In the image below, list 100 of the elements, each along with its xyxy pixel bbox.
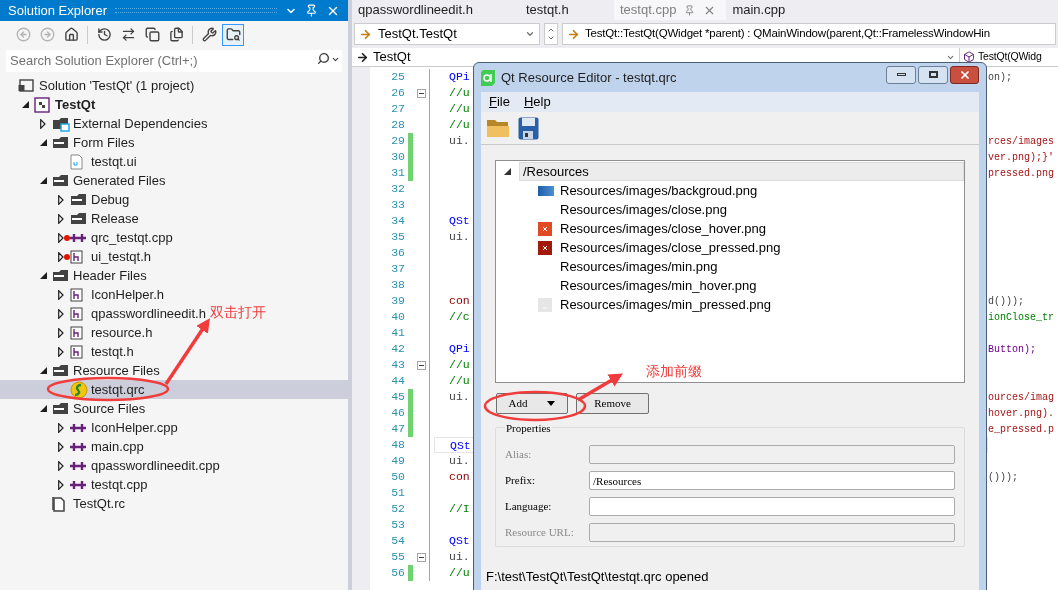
search-field[interactable]: Search Solution Explorer (Ctrl+;) bbox=[6, 49, 342, 72]
remove-button[interactable]: Remove bbox=[576, 393, 649, 414]
input-field[interactable]: /Resources bbox=[589, 471, 955, 490]
line-number: 31 bbox=[391, 165, 405, 181]
tree-item[interactable]: Resources/images/backgroud.png bbox=[560, 180, 758, 201]
close-button[interactable] bbox=[950, 65, 979, 84]
tree-item[interactable]: qpasswordlineedit.h bbox=[0, 304, 208, 323]
collapsed-arrow-icon[interactable] bbox=[58, 232, 64, 243]
tree-item-label: Release bbox=[91, 209, 139, 228]
annotation-text: 添加前缀 bbox=[646, 362, 702, 381]
editor-tab[interactable]: testqt.h bbox=[520, 0, 614, 20]
collapsed-arrow-icon[interactable] bbox=[58, 479, 64, 490]
code-text: QSt bbox=[449, 534, 470, 547]
folder-icon[interactable] bbox=[486, 117, 510, 139]
tree-item[interactable]: IconHelper.cpp bbox=[0, 418, 180, 437]
tree-item[interactable]: Resources/images/close.png bbox=[560, 199, 727, 220]
collapsed-arrow-icon[interactable] bbox=[58, 194, 64, 205]
tree-item[interactable]: /Resources bbox=[519, 162, 964, 181]
tree-item[interactable]: Resources/images/close_hover.png bbox=[560, 218, 766, 239]
header-file-icon bbox=[70, 287, 83, 302]
scope-member-dropdown[interactable]: TestQt(QWidg bbox=[959, 48, 1058, 67]
expanded-arrow-icon[interactable] bbox=[39, 139, 47, 146]
collapsed-arrow-icon[interactable] bbox=[58, 251, 64, 262]
line-number: 37 bbox=[391, 261, 405, 277]
tree-item[interactable]: External Dependencies bbox=[0, 114, 210, 133]
collapsed-arrow-icon[interactable] bbox=[58, 213, 64, 224]
tree-item[interactable]: testqt.qrc bbox=[0, 380, 348, 399]
tree-item-label: TestQt.rc bbox=[73, 494, 125, 513]
collapse-marker-icon[interactable] bbox=[417, 88, 426, 98]
tree-item[interactable]: TestQt.rc bbox=[0, 494, 127, 513]
folder-search-icon[interactable] bbox=[222, 23, 244, 46]
expanded-arrow-icon[interactable] bbox=[39, 367, 47, 374]
tree-item-label: resource.h bbox=[91, 323, 153, 342]
line-number: 26 bbox=[391, 85, 405, 101]
cube-icon bbox=[963, 51, 975, 63]
code-text: d())); bbox=[988, 296, 1024, 307]
tree-item[interactable]: Resource Files bbox=[0, 361, 162, 380]
tree-item[interactable]: Debug bbox=[0, 190, 132, 209]
search-icon[interactable] bbox=[317, 52, 330, 65]
collapsed-arrow-icon[interactable] bbox=[58, 308, 64, 319]
expanded-arrow-icon[interactable] bbox=[21, 101, 29, 108]
folder-icon bbox=[70, 210, 88, 227]
tree-item[interactable]: TestQt bbox=[0, 95, 98, 114]
tree-item[interactable]: Resources/images/close_pressed.png bbox=[560, 237, 781, 258]
collapse-marker-icon[interactable] bbox=[417, 360, 426, 370]
tree-item[interactable]: IconHelper.h bbox=[0, 285, 166, 304]
tree-item[interactable]: testqt.ui bbox=[0, 152, 139, 171]
tree-item[interactable]: Header Files bbox=[0, 266, 149, 285]
project-icon bbox=[34, 96, 50, 113]
line-number: 47 bbox=[391, 421, 405, 437]
collapsed-arrow-icon[interactable] bbox=[58, 327, 64, 338]
pin-icon[interactable] bbox=[305, 4, 318, 17]
tree-item[interactable]: qrc_testqt.cpp bbox=[0, 228, 175, 247]
editor-tab[interactable]: qpasswordlineedit.h bbox=[352, 0, 520, 20]
tree-item[interactable]: Source Files bbox=[0, 399, 148, 418]
editor-tab[interactable]: main.cpp bbox=[726, 0, 796, 20]
line-number: 50 bbox=[391, 469, 405, 485]
line-number: 45 bbox=[391, 389, 405, 405]
header-file-icon bbox=[70, 325, 83, 340]
add-menu-button[interactable]: Add bbox=[496, 393, 568, 414]
folder-icon bbox=[52, 362, 70, 379]
collapsed-arrow-icon[interactable] bbox=[58, 441, 64, 452]
save-icon[interactable] bbox=[518, 116, 539, 140]
tree-item-label: qpasswordlineedit.h bbox=[91, 304, 206, 323]
tree-item[interactable]: resource.h bbox=[0, 323, 155, 342]
collapsed-arrow-icon[interactable] bbox=[40, 118, 46, 129]
menu-item[interactable]: Help bbox=[523, 92, 551, 112]
tree-item[interactable]: Form Files bbox=[0, 133, 137, 152]
collapsed-arrow-icon[interactable] bbox=[58, 422, 64, 433]
tree-item[interactable]: main.cpp bbox=[0, 437, 146, 456]
collapsed-arrow-icon[interactable] bbox=[58, 346, 64, 357]
member-dropdown[interactable]: TestQt::TestQt(QWidget *parent) : QMainWindow(parent,Qt::FramelessWindowHin bbox=[562, 23, 1056, 45]
cpp-file-icon bbox=[70, 231, 86, 244]
tree-item[interactable]: Solution 'TestQt' (1 project) bbox=[0, 76, 197, 95]
collapsed-arrow-icon[interactable] bbox=[58, 460, 64, 471]
expanded-arrow-icon[interactable] bbox=[39, 272, 47, 279]
spin-buttons[interactable] bbox=[544, 23, 558, 45]
tree-item[interactable]: Generated Files bbox=[0, 171, 168, 190]
input-field[interactable] bbox=[589, 497, 955, 516]
expanded-arrow-icon[interactable] bbox=[39, 405, 47, 412]
tree-item[interactable]: Resources/images/min.png bbox=[560, 256, 718, 277]
collapsed-arrow-icon[interactable] bbox=[58, 289, 64, 300]
line-number: 48 bbox=[391, 437, 405, 453]
tree-item[interactable]: Resources/images/min_pressed.png bbox=[560, 294, 771, 315]
dropdown-icon[interactable] bbox=[331, 55, 340, 64]
tree-item[interactable]: testqt.cpp bbox=[0, 475, 150, 494]
minimize-button[interactable] bbox=[886, 65, 916, 84]
editor-tab[interactable]: testqt.cpp bbox=[614, 0, 727, 20]
maximize-button[interactable] bbox=[918, 65, 948, 84]
tree-item[interactable]: qpasswordlineedit.cpp bbox=[0, 456, 222, 475]
collapse-marker-icon[interactable] bbox=[417, 552, 426, 562]
menu-item[interactable]: File bbox=[489, 92, 510, 112]
expanded-arrow-icon[interactable] bbox=[504, 168, 511, 175]
tree-item[interactable]: testqt.h bbox=[0, 342, 136, 361]
tree-item[interactable]: Resources/images/min_hover.png bbox=[560, 275, 757, 296]
expanded-arrow-icon[interactable] bbox=[39, 177, 47, 184]
type-dropdown[interactable]: TestQt.TestQt bbox=[354, 23, 540, 45]
code-text: ver.png);}' bbox=[988, 152, 1054, 163]
tree-item[interactable]: ui_testqt.h bbox=[0, 247, 153, 266]
tree-item[interactable]: Release bbox=[0, 209, 141, 228]
